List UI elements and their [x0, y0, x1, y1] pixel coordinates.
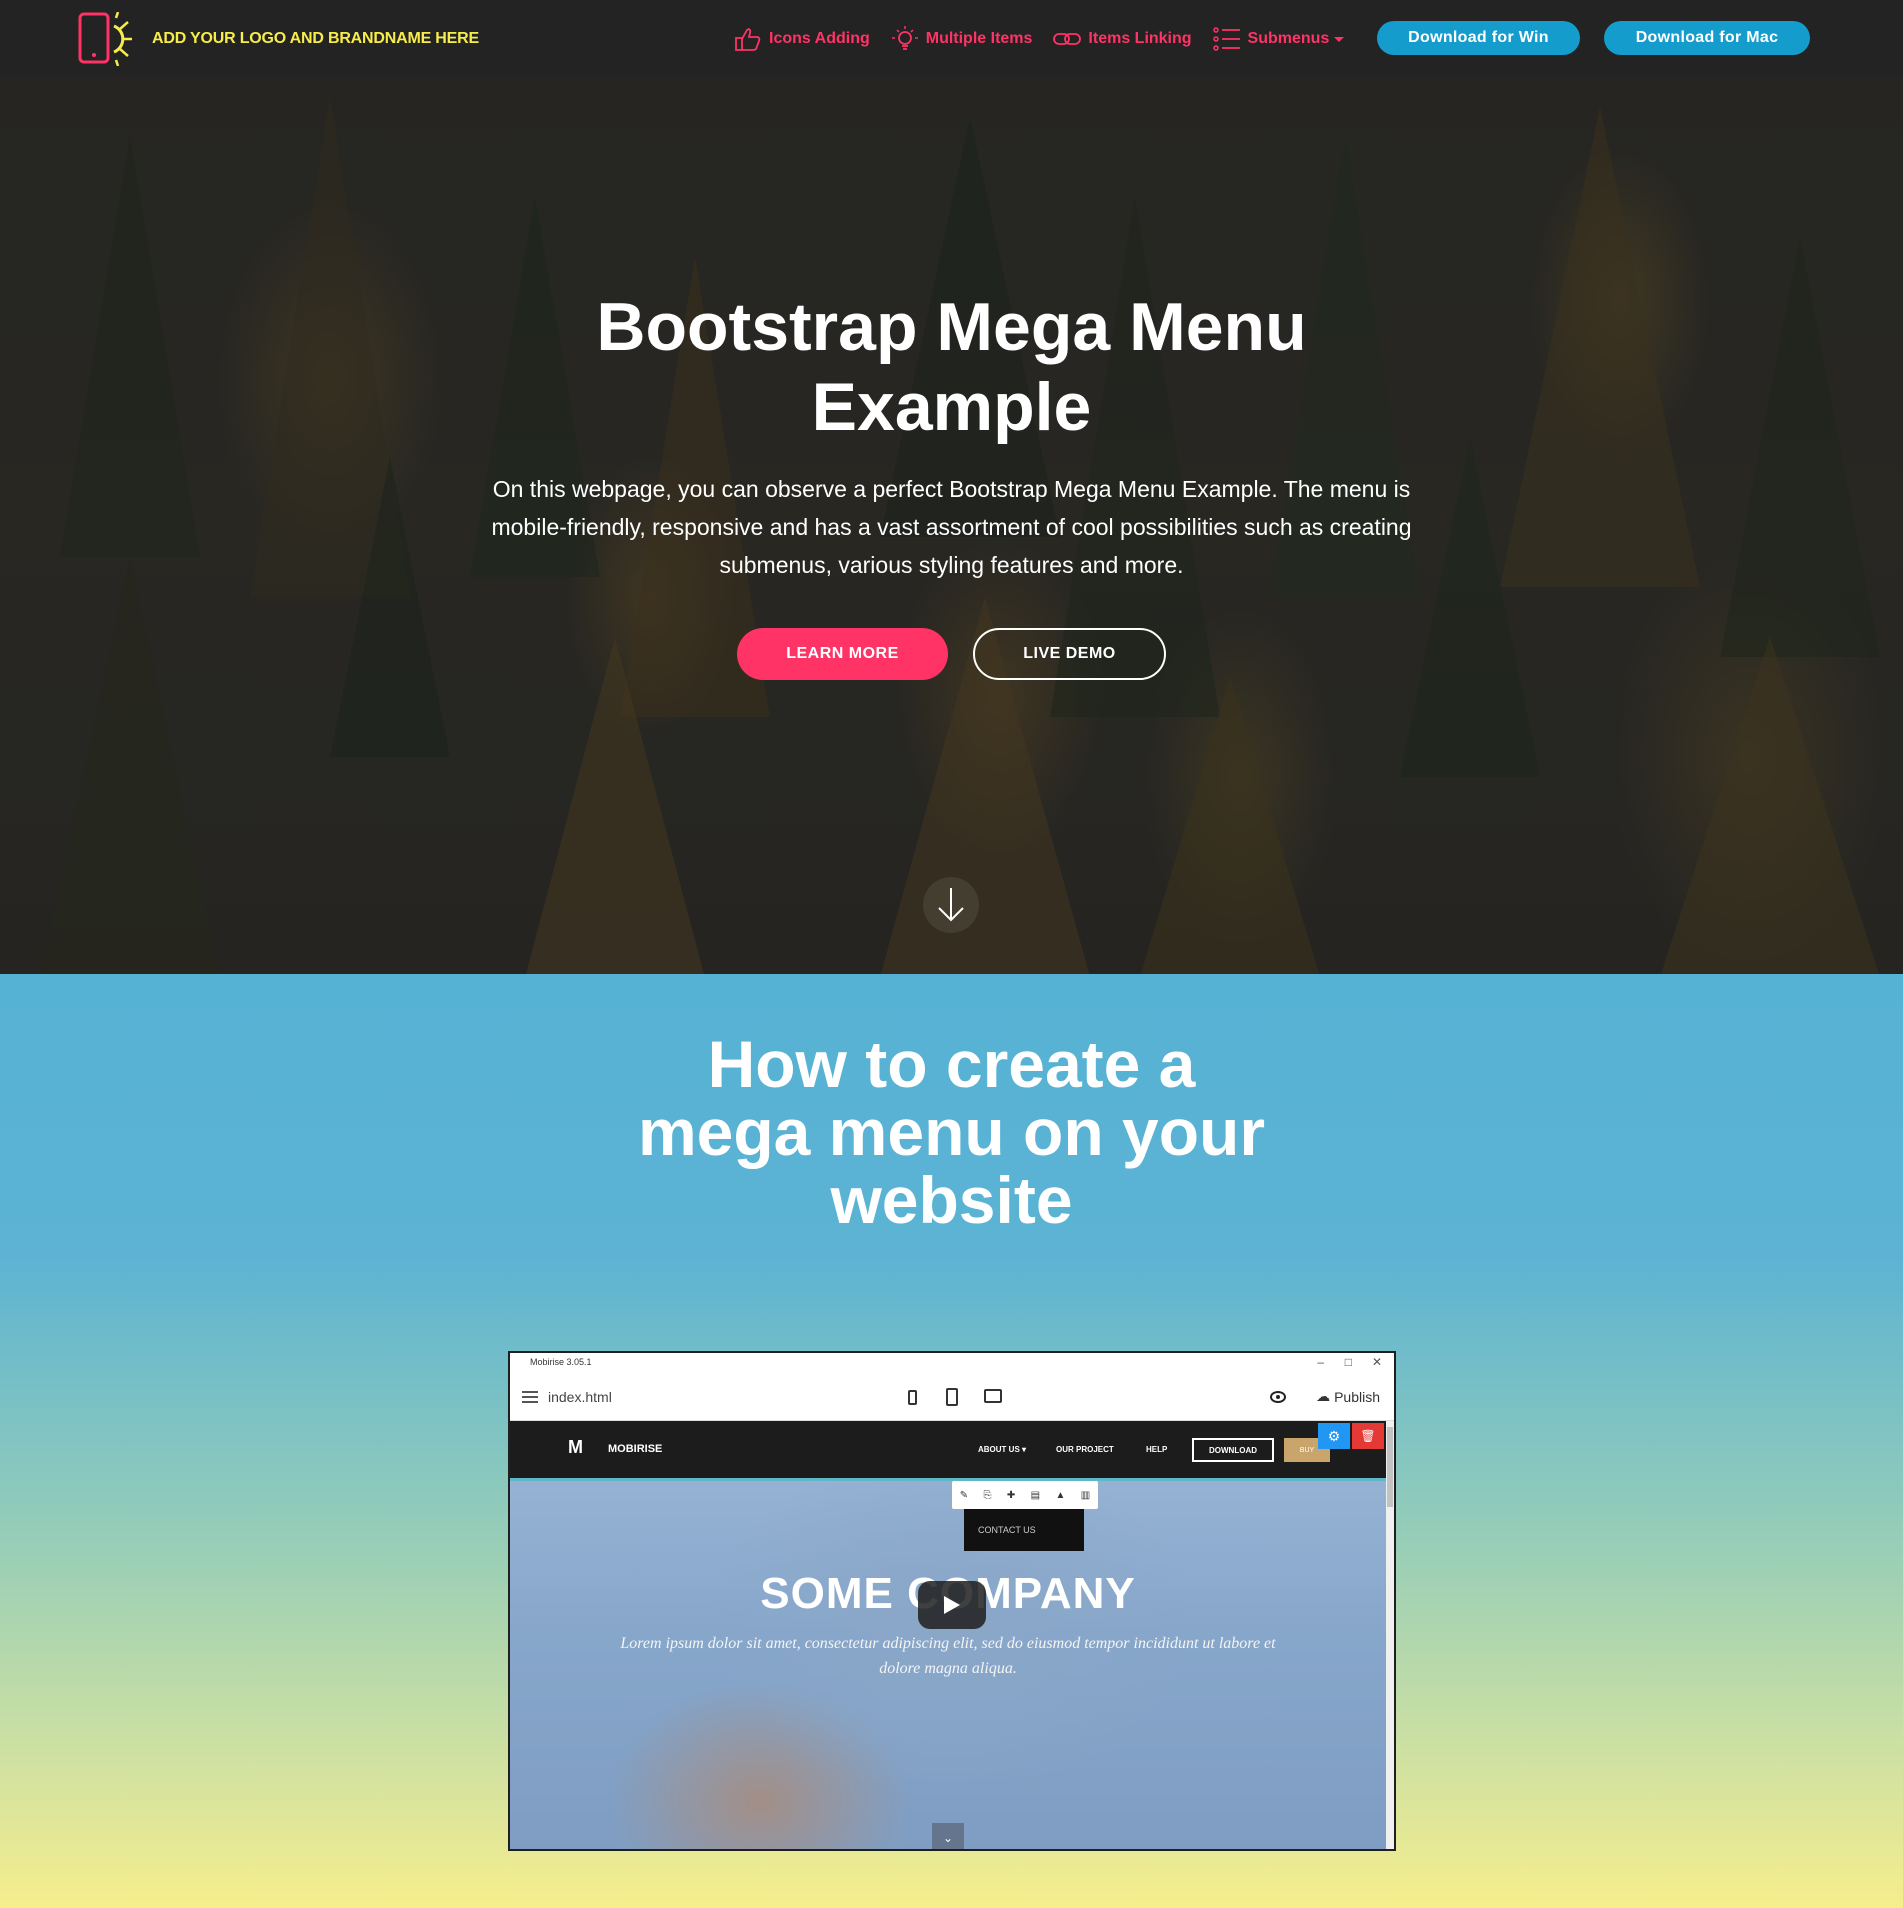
add-block-icon: +	[1342, 1849, 1382, 1851]
nav-item-label: Multiple Items	[925, 30, 1033, 47]
learn-more-button[interactable]: LEARN MORE	[737, 628, 948, 680]
desktop-view-icon[interactable]	[984, 1389, 1002, 1403]
hamburger-menu-icon[interactable]	[522, 1391, 538, 1403]
hero-title-line: Example	[811, 369, 1092, 445]
preview-eye-icon[interactable]	[1270, 1391, 1286, 1403]
section-title-line: How to create a	[707, 1027, 1196, 1101]
maximize-icon[interactable]: □	[1345, 1355, 1352, 1369]
delete-icon: ▥	[1080, 1489, 1091, 1501]
hero-description: On this webpage, you can observe a perfe…	[491, 476, 1412, 578]
nav-item-submenus[interactable]: Submenus	[1212, 25, 1345, 53]
chevron-down-icon	[1334, 37, 1345, 42]
site-logo-icon: M	[568, 1437, 583, 1457]
publish-button[interactable]: ☁ Publish	[1316, 1388, 1380, 1405]
brand-name[interactable]: ADD YOUR LOGO AND BRANDNAME HERE	[152, 30, 479, 48]
nav-item-multiple-items[interactable]: Multiple Items	[890, 25, 1033, 53]
nav-item-label: Submenus	[1247, 30, 1330, 47]
publish-label: Publish	[1334, 1388, 1380, 1405]
brand-logo-icon	[78, 12, 132, 66]
download-mac-button[interactable]: Download for Mac	[1604, 21, 1810, 55]
hero-title-line: Bootstrap Mega Menu	[596, 289, 1307, 365]
window-titlebar: Mobirise 3.05.1 – □ ✕	[510, 1353, 1394, 1375]
navbar: ADD YOUR LOGO AND BRANDNAME HERE Icons A…	[0, 0, 1903, 77]
gear-icon: ⚙	[1318, 1423, 1350, 1449]
copy-icon: ▤	[1030, 1489, 1041, 1501]
hero-title: Bootstrap Mega Menu Example	[0, 287, 1903, 447]
link-icon: ⎘	[983, 1489, 992, 1501]
section-title-line: website	[830, 1163, 1073, 1237]
site-brand: MOBIRISE	[608, 1443, 663, 1455]
section-title: How to create a mega menu on your websit…	[0, 1030, 1903, 1234]
play-icon[interactable]	[918, 1581, 986, 1629]
nav-item-items-linking[interactable]: Items Linking	[1052, 25, 1192, 53]
file-name: index.html	[548, 1389, 612, 1405]
contact-us-dropdown: CONTACT US	[964, 1509, 1084, 1551]
site-download-button: DOWNLOAD	[1192, 1438, 1274, 1462]
site-navbar: M MOBIRISE ABOUT US ▾ OUR PROJECT HELP D…	[510, 1421, 1386, 1481]
trash-icon: 🗑	[1352, 1423, 1384, 1449]
site-link: ABOUT US ▾	[978, 1445, 1027, 1454]
editor-toolbar: index.html ☁ Publish	[510, 1375, 1394, 1421]
arrow-down-icon[interactable]	[920, 874, 982, 936]
thumbs-up-icon	[735, 28, 761, 51]
site-lorem: Lorem ipsum dolor sit amet, consectetur …	[620, 1635, 1276, 1677]
up-icon: ▲	[1055, 1489, 1066, 1501]
site-link: HELP	[1146, 1445, 1168, 1454]
download-win-button[interactable]: Download for Win	[1377, 21, 1580, 55]
site-preview: M MOBIRISE ABOUT US ▾ OUR PROJECT HELP D…	[510, 1421, 1386, 1851]
cloud-upload-icon: ☁	[1316, 1388, 1331, 1404]
window-title: Mobirise 3.05.1	[530, 1357, 592, 1367]
section-title-line: mega menu on your	[637, 1095, 1266, 1169]
lightbulb-icon	[891, 26, 918, 50]
list-icon	[1212, 27, 1240, 51]
edit-icon: ✎	[959, 1489, 969, 1501]
nav-item-label: Items Linking	[1088, 30, 1192, 47]
nav-menu: Icons Adding Multiple Items Items Linkin…	[733, 24, 1364, 54]
close-icon[interactable]: ✕	[1372, 1355, 1382, 1369]
scrollbar[interactable]	[1386, 1421, 1394, 1849]
nav-item-icons-adding[interactable]: Icons Adding	[733, 25, 870, 53]
phone-view-icon[interactable]	[908, 1390, 917, 1405]
nav-item-label: Icons Adding	[769, 30, 870, 47]
link-icon	[1053, 33, 1082, 45]
chevron-down-icon: ⌄	[932, 1823, 964, 1849]
block-edit-toolbar: ✎ ⎘ ✚ ▤ ▲ ▥	[952, 1481, 1098, 1509]
hero-section: Bootstrap Mega Menu Example On this webp…	[0, 77, 1903, 974]
minimize-icon[interactable]: –	[1317, 1355, 1324, 1369]
tablet-view-icon[interactable]	[946, 1388, 958, 1406]
move-icon: ✚	[1006, 1489, 1016, 1501]
site-link: OUR PROJECT	[1056, 1445, 1114, 1454]
video-player[interactable]: Mobirise 3.05.1 – □ ✕ index.html ☁ Publi…	[508, 1351, 1396, 1851]
brand[interactable]: ADD YOUR LOGO AND BRANDNAME HERE	[78, 12, 479, 66]
live-demo-button[interactable]: LIVE DEMO	[973, 628, 1166, 680]
